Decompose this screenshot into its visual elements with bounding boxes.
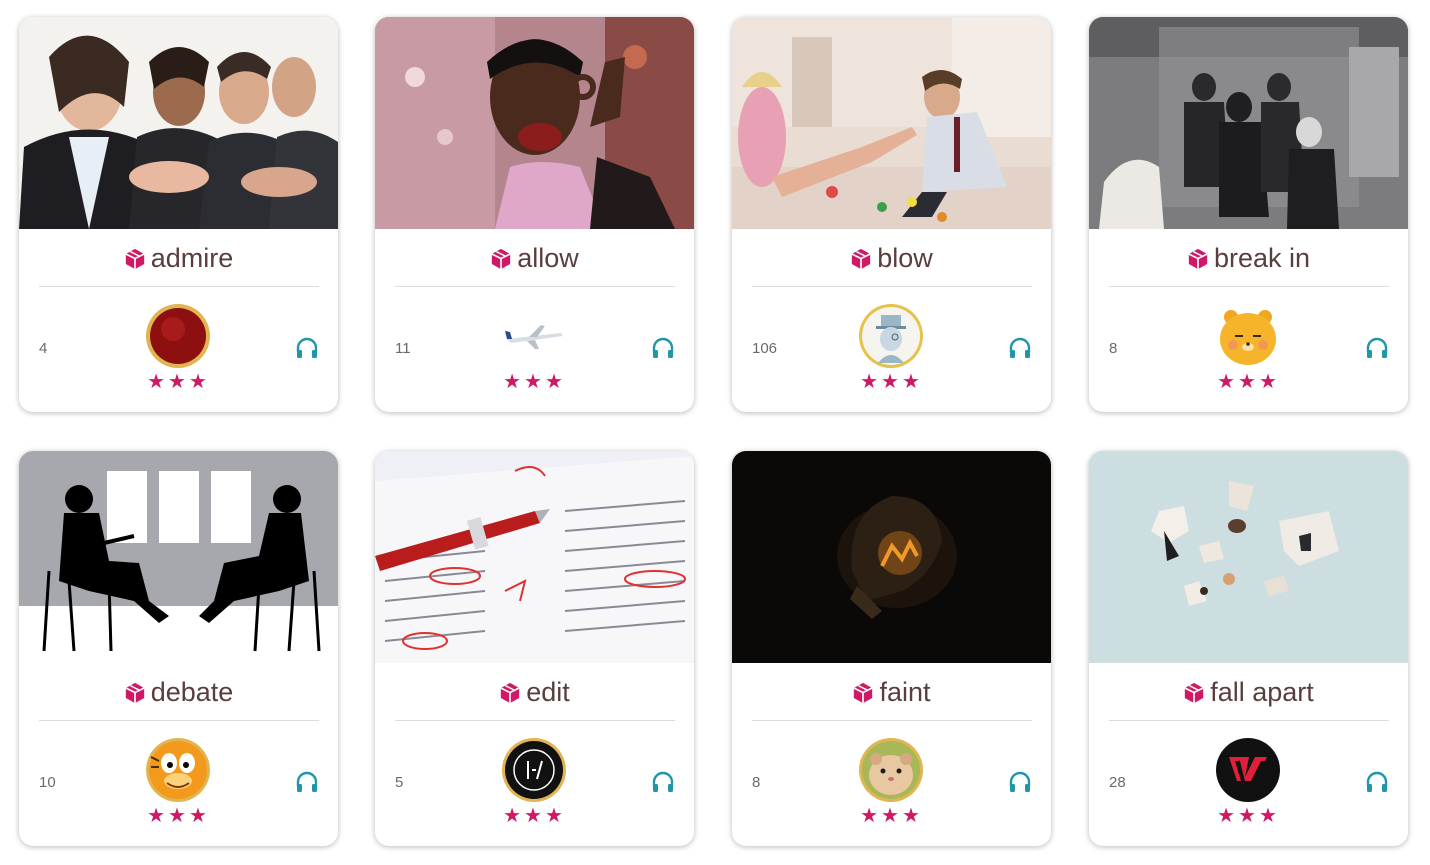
word-title[interactable]: blow [732, 241, 1051, 275]
card-photo [375, 17, 694, 229]
card-photo [1089, 17, 1408, 229]
avatar-yellow-lion[interactable] [1215, 303, 1281, 369]
avatar-airplane[interactable] [501, 303, 567, 369]
word-title[interactable]: break in [1089, 241, 1408, 275]
headphones-icon[interactable] [1008, 337, 1032, 359]
word-card-admire[interactable]: admire 4 ★★★ [19, 17, 338, 412]
count-label: 106 [752, 340, 778, 357]
divider [39, 286, 319, 287]
headphones-icon[interactable] [295, 337, 319, 359]
word-title[interactable]: debate [19, 675, 338, 709]
divider [39, 720, 319, 721]
cube-icon [500, 682, 520, 704]
star-rating: ★★★ [147, 371, 210, 393]
word-title[interactable]: edit [375, 675, 694, 709]
word-card-break-in[interactable]: break in 8 ★★★ [1089, 17, 1408, 412]
word-label: debate [150, 677, 234, 707]
divider [1109, 720, 1389, 721]
cube-icon [125, 248, 145, 270]
headphones-icon[interactable] [295, 771, 319, 793]
star-rating: ★★★ [1217, 805, 1280, 827]
headphones-icon[interactable] [1365, 771, 1389, 793]
count-label: 5 [395, 774, 404, 791]
avatar-twice-logo[interactable] [1215, 737, 1281, 803]
word-title[interactable]: admire [19, 241, 338, 275]
word-label: edit [526, 677, 570, 707]
word-label: allow [517, 243, 579, 273]
avatar-band-logo[interactable] [501, 737, 567, 803]
word-card-debate[interactable]: debate 10 ★★★ [19, 451, 338, 846]
count-label: 8 [752, 774, 761, 791]
headphones-icon[interactable] [651, 337, 675, 359]
word-card-grid: admire 4 ★★★ allow 11 ★★★ blow 106 ★★★ b… [0, 0, 1430, 865]
word-label: admire [150, 243, 234, 273]
cube-icon [125, 682, 145, 704]
word-title[interactable]: allow [375, 241, 694, 275]
star-rating: ★★★ [860, 805, 923, 827]
card-photo [732, 17, 1051, 229]
card-photo [1089, 451, 1408, 663]
word-card-fall-apart[interactable]: fall apart 28 ★★★ [1089, 451, 1408, 846]
count-label: 4 [39, 340, 48, 357]
divider [395, 720, 675, 721]
star-rating: ★★★ [503, 371, 566, 393]
avatar-red-badge[interactable] [145, 303, 211, 369]
headphones-icon[interactable] [1008, 771, 1032, 793]
word-card-faint[interactable]: faint 8 ★★★ [732, 451, 1051, 846]
star-rating: ★★★ [503, 805, 566, 827]
avatar-garfield[interactable] [145, 737, 211, 803]
word-label: faint [879, 677, 931, 707]
star-rating: ★★★ [1217, 371, 1280, 393]
cube-icon [491, 248, 511, 270]
word-card-blow[interactable]: blow 106 ★★★ [732, 17, 1051, 412]
cube-icon [851, 248, 871, 270]
count-label: 8 [1109, 340, 1118, 357]
star-rating: ★★★ [147, 805, 210, 827]
word-label: blow [877, 243, 933, 273]
avatar-hamster[interactable] [858, 737, 924, 803]
word-label: fall apart [1210, 677, 1314, 707]
cube-icon [1188, 248, 1208, 270]
card-photo [732, 451, 1051, 663]
word-title[interactable]: faint [732, 675, 1051, 709]
avatar-monocle-man[interactable] [858, 303, 924, 369]
count-label: 28 [1109, 774, 1126, 791]
divider [395, 286, 675, 287]
divider [1109, 286, 1389, 287]
divider [752, 286, 1032, 287]
card-photo [19, 17, 338, 229]
count-label: 10 [39, 774, 56, 791]
headphones-icon[interactable] [651, 771, 675, 793]
card-photo [375, 451, 694, 663]
word-label: break in [1213, 243, 1311, 273]
star-rating: ★★★ [860, 371, 923, 393]
headphones-icon[interactable] [1365, 337, 1389, 359]
count-label: 11 [395, 340, 411, 357]
word-card-allow[interactable]: allow 11 ★★★ [375, 17, 694, 412]
word-card-edit[interactable]: edit 5 ★★★ [375, 451, 694, 846]
divider [752, 720, 1032, 721]
cube-icon [853, 682, 874, 704]
cube-icon [1184, 682, 1204, 704]
word-title[interactable]: fall apart [1089, 675, 1408, 709]
card-photo [19, 451, 338, 663]
